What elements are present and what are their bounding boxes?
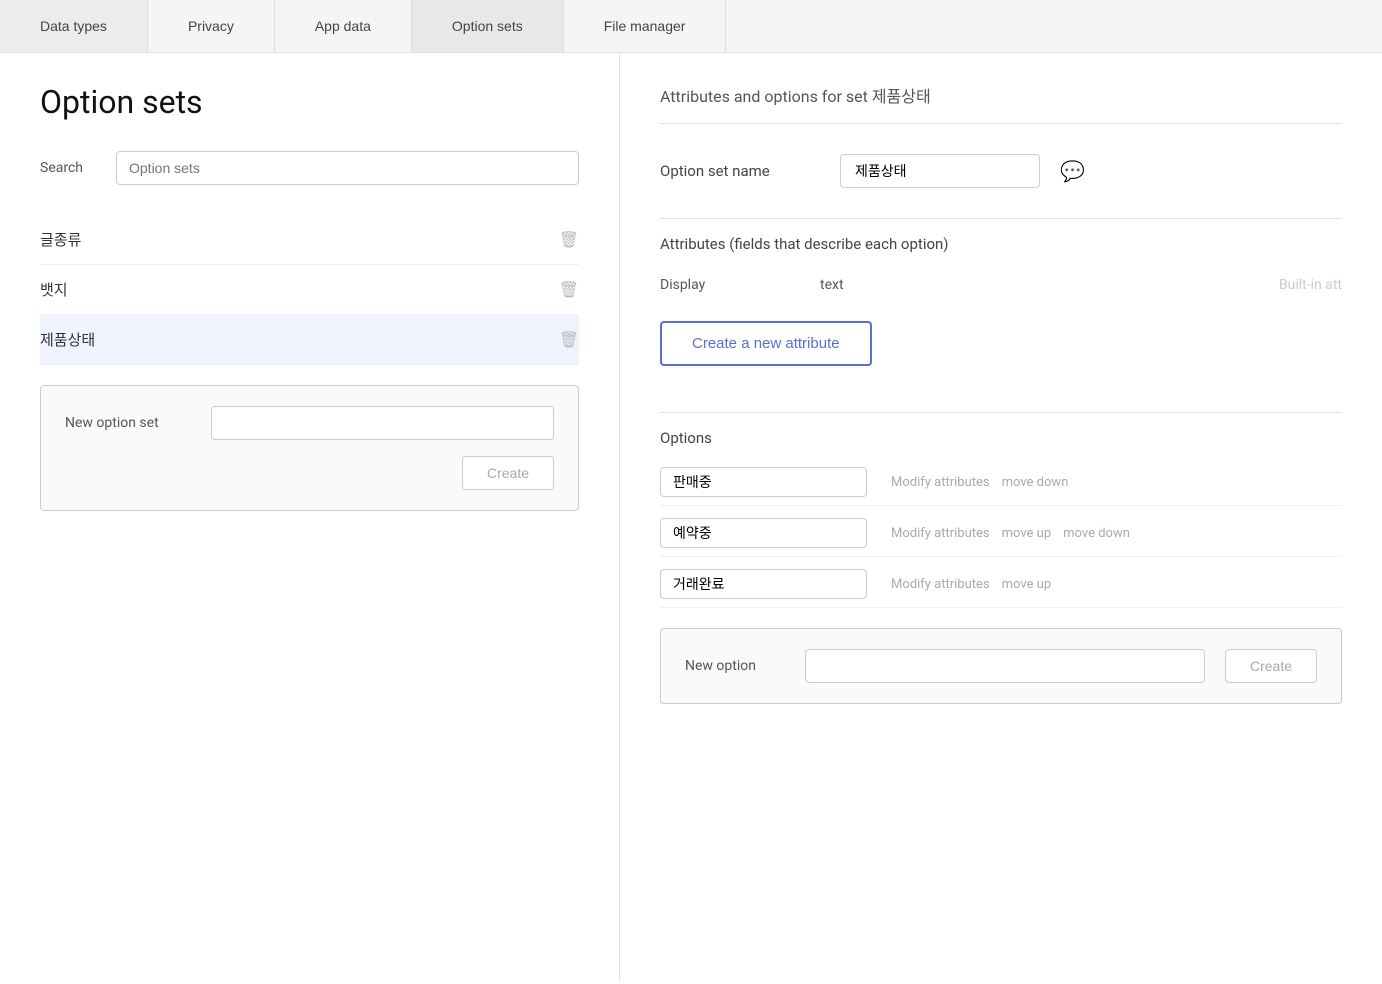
attribute-display-row: Display text Built-in att bbox=[660, 269, 1342, 301]
new-option-set-input[interactable] bbox=[211, 406, 554, 440]
create-option-set-button[interactable]: Create bbox=[462, 456, 554, 490]
attribute-builtin-label: Built-in att bbox=[1279, 277, 1342, 293]
tab-file-manager[interactable]: File manager bbox=[564, 0, 727, 52]
attribute-display-name: Display bbox=[660, 277, 780, 293]
option-set-name: 글종류 bbox=[40, 229, 81, 250]
divider-1 bbox=[660, 218, 1342, 219]
option-set-name-2: 제품상태 bbox=[40, 329, 95, 350]
move-up-link-1[interactable]: move up bbox=[1002, 526, 1052, 541]
modify-attributes-link-0[interactable]: Modify attributes bbox=[891, 475, 990, 490]
attributes-section-title: Attributes (fields that describe each op… bbox=[660, 235, 1342, 253]
new-option-set-row: New option set bbox=[65, 406, 554, 440]
left-panel: Option sets Search 글종류 🗑 뱃지 🗑 제품상태 🗑 bbox=[0, 53, 620, 980]
tab-data-types[interactable]: Data types bbox=[0, 0, 148, 52]
main-layout: Option sets Search 글종류 🗑 뱃지 🗑 제품상태 🗑 bbox=[0, 53, 1382, 980]
divider-2 bbox=[660, 412, 1342, 413]
option-value-input-0[interactable] bbox=[660, 467, 867, 497]
move-up-link-2[interactable]: move up bbox=[1002, 577, 1052, 592]
right-panel: Attributes and options for set 제품상태 Opti… bbox=[620, 53, 1382, 980]
modify-attributes-link-1[interactable]: Modify attributes bbox=[891, 526, 990, 541]
attribute-display-type: text bbox=[820, 277, 844, 293]
create-new-attribute-button[interactable]: Create a new attribute bbox=[660, 321, 872, 366]
option-set-item-baetji[interactable]: 뱃지 🗑 bbox=[40, 265, 579, 315]
option-actions-2: Modify attributes move up bbox=[891, 577, 1051, 592]
option-set-item-jesumstatus[interactable]: 제품상태 🗑 bbox=[40, 315, 579, 365]
option-value-input-2[interactable] bbox=[660, 569, 867, 599]
option-actions-1: Modify attributes move up move down bbox=[891, 526, 1130, 541]
create-option-button[interactable]: Create bbox=[1225, 649, 1317, 683]
option-set-item-gljongryu[interactable]: 글종류 🗑 bbox=[40, 215, 579, 265]
tab-option-sets[interactable]: Option sets bbox=[412, 0, 564, 52]
option-row-2: Modify attributes move up bbox=[660, 561, 1342, 608]
search-input[interactable] bbox=[116, 151, 579, 185]
option-actions-0: Modify attributes move down bbox=[891, 475, 1068, 490]
create-btn-row: Create bbox=[65, 456, 554, 490]
new-option-set-box: New option set Create bbox=[40, 385, 579, 511]
new-option-row: New option Create bbox=[685, 649, 1317, 683]
new-option-input[interactable] bbox=[805, 649, 1205, 683]
trash-icon-2[interactable]: 🗑 bbox=[559, 330, 579, 349]
modify-attributes-link-2[interactable]: Modify attributes bbox=[891, 577, 990, 592]
comment-icon[interactable]: 💬 bbox=[1060, 159, 1085, 183]
search-row: Search bbox=[40, 151, 579, 185]
options-list: Modify attributes move down Modify attri… bbox=[660, 459, 1342, 608]
option-value-input-1[interactable] bbox=[660, 518, 867, 548]
options-section-title: Options bbox=[660, 429, 1342, 447]
option-set-list: 글종류 🗑 뱃지 🗑 제품상태 🗑 bbox=[40, 215, 579, 365]
left-panel-title: Option sets bbox=[40, 83, 579, 121]
move-down-link-1[interactable]: move down bbox=[1063, 526, 1130, 541]
option-set-name-field[interactable] bbox=[840, 154, 1040, 188]
new-option-label: New option bbox=[685, 658, 785, 674]
right-panel-header: Attributes and options for set 제품상태 bbox=[660, 83, 1342, 124]
move-down-link-0[interactable]: move down bbox=[1002, 475, 1069, 490]
option-set-name-1: 뱃지 bbox=[40, 279, 68, 300]
trash-icon-0[interactable]: 🗑 bbox=[559, 230, 579, 249]
search-label: Search bbox=[40, 160, 100, 176]
top-nav: Data types Privacy App data Option sets … bbox=[0, 0, 1382, 53]
option-set-name-label: Option set name bbox=[660, 162, 820, 180]
option-row-1: Modify attributes move up move down bbox=[660, 510, 1342, 557]
option-set-name-row: Option set name 💬 bbox=[660, 154, 1342, 188]
new-option-set-label: New option set bbox=[65, 415, 195, 431]
option-row-0: Modify attributes move down bbox=[660, 459, 1342, 506]
tab-privacy[interactable]: Privacy bbox=[148, 0, 275, 52]
new-option-box: New option Create bbox=[660, 628, 1342, 704]
tab-app-data[interactable]: App data bbox=[275, 0, 412, 52]
trash-icon-1[interactable]: 🗑 bbox=[559, 280, 579, 299]
